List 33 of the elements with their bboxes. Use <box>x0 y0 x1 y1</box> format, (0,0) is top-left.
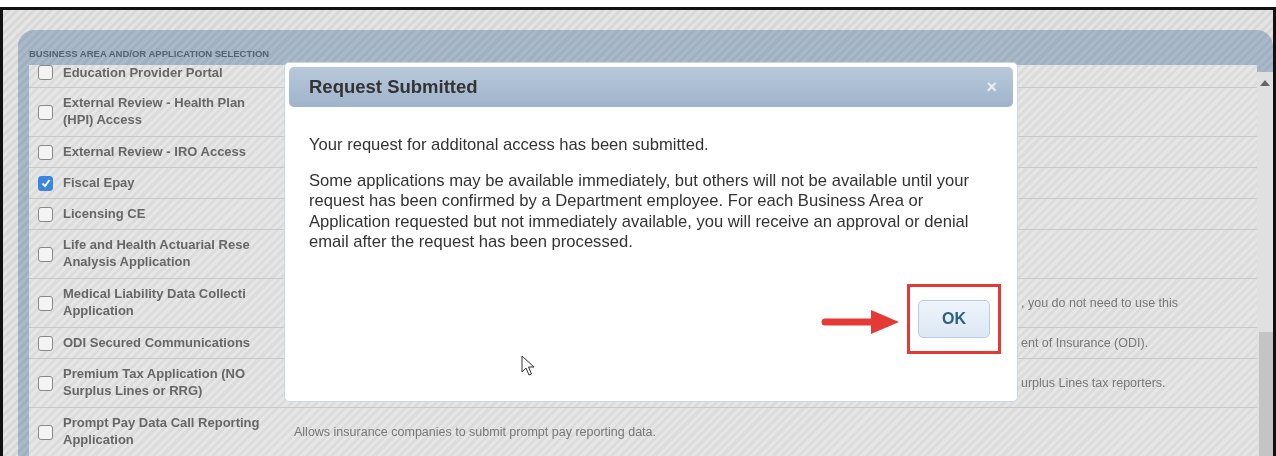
checkbox[interactable] <box>38 104 53 120</box>
dialog-message: Some applications may be available immediately, but others will not be available until your request has been confirmed by a Department employee. For each Business Area or Application requested but not immediately available, you will receive an approval or denial email after the request has been processed. <box>309 171 971 253</box>
application-name: External Review - IRO Access <box>63 143 248 161</box>
checkbox[interactable] <box>38 335 53 351</box>
application-name: Life and Health Actuarial Rese Analysis Application <box>63 237 251 271</box>
application-name: Prompt Pay Data Call Reporting Application <box>63 415 261 449</box>
application-description: urplus Lines tax reporters. <box>1021 376 1166 390</box>
checkbox[interactable] <box>38 246 53 262</box>
scrollbar-thumb[interactable] <box>1259 332 1273 456</box>
panel-title: BUSINESS AREA AND/OR APPLICATION SELECTION <box>29 47 271 61</box>
checkbox[interactable] <box>38 65 53 80</box>
application-description: , you do not need to use this <box>1021 296 1179 310</box>
checkbox[interactable] <box>38 375 53 391</box>
checkbox[interactable] <box>38 206 53 222</box>
application-name: Fiscal Epay <box>63 174 136 192</box>
application-name: Medical Liability Data Collecti Application <box>63 286 247 320</box>
checkbox[interactable] <box>38 175 53 191</box>
application-description: Allows insurance companies to submit prompt pay reporting data. <box>294 425 656 439</box>
dialog-message: Your request for additonal access has been submitted. <box>309 135 710 156</box>
application-description: ent of Insurance (ODI). <box>1021 336 1149 350</box>
scrollbar[interactable] <box>1257 72 1273 456</box>
application-name: Premium Tax Application (NO Surplus Lines or RRG) <box>63 366 247 400</box>
application-name: ODI Secured Communications <box>63 334 252 352</box>
checkbox[interactable] <box>38 295 53 311</box>
cursor-icon <box>521 355 535 377</box>
application-name: Education Provider Portal <box>63 65 224 82</box>
checkbox[interactable] <box>38 424 53 440</box>
ok-button[interactable]: OK <box>918 300 990 339</box>
scroll-up-icon[interactable] <box>1260 80 1270 86</box>
application-name: External Review - Health Plan (HPI) Access <box>63 95 247 129</box>
dialog-title: Request Submitted <box>309 76 478 98</box>
checkbox[interactable] <box>38 144 53 160</box>
application-name: Licensing CE <box>63 205 147 223</box>
